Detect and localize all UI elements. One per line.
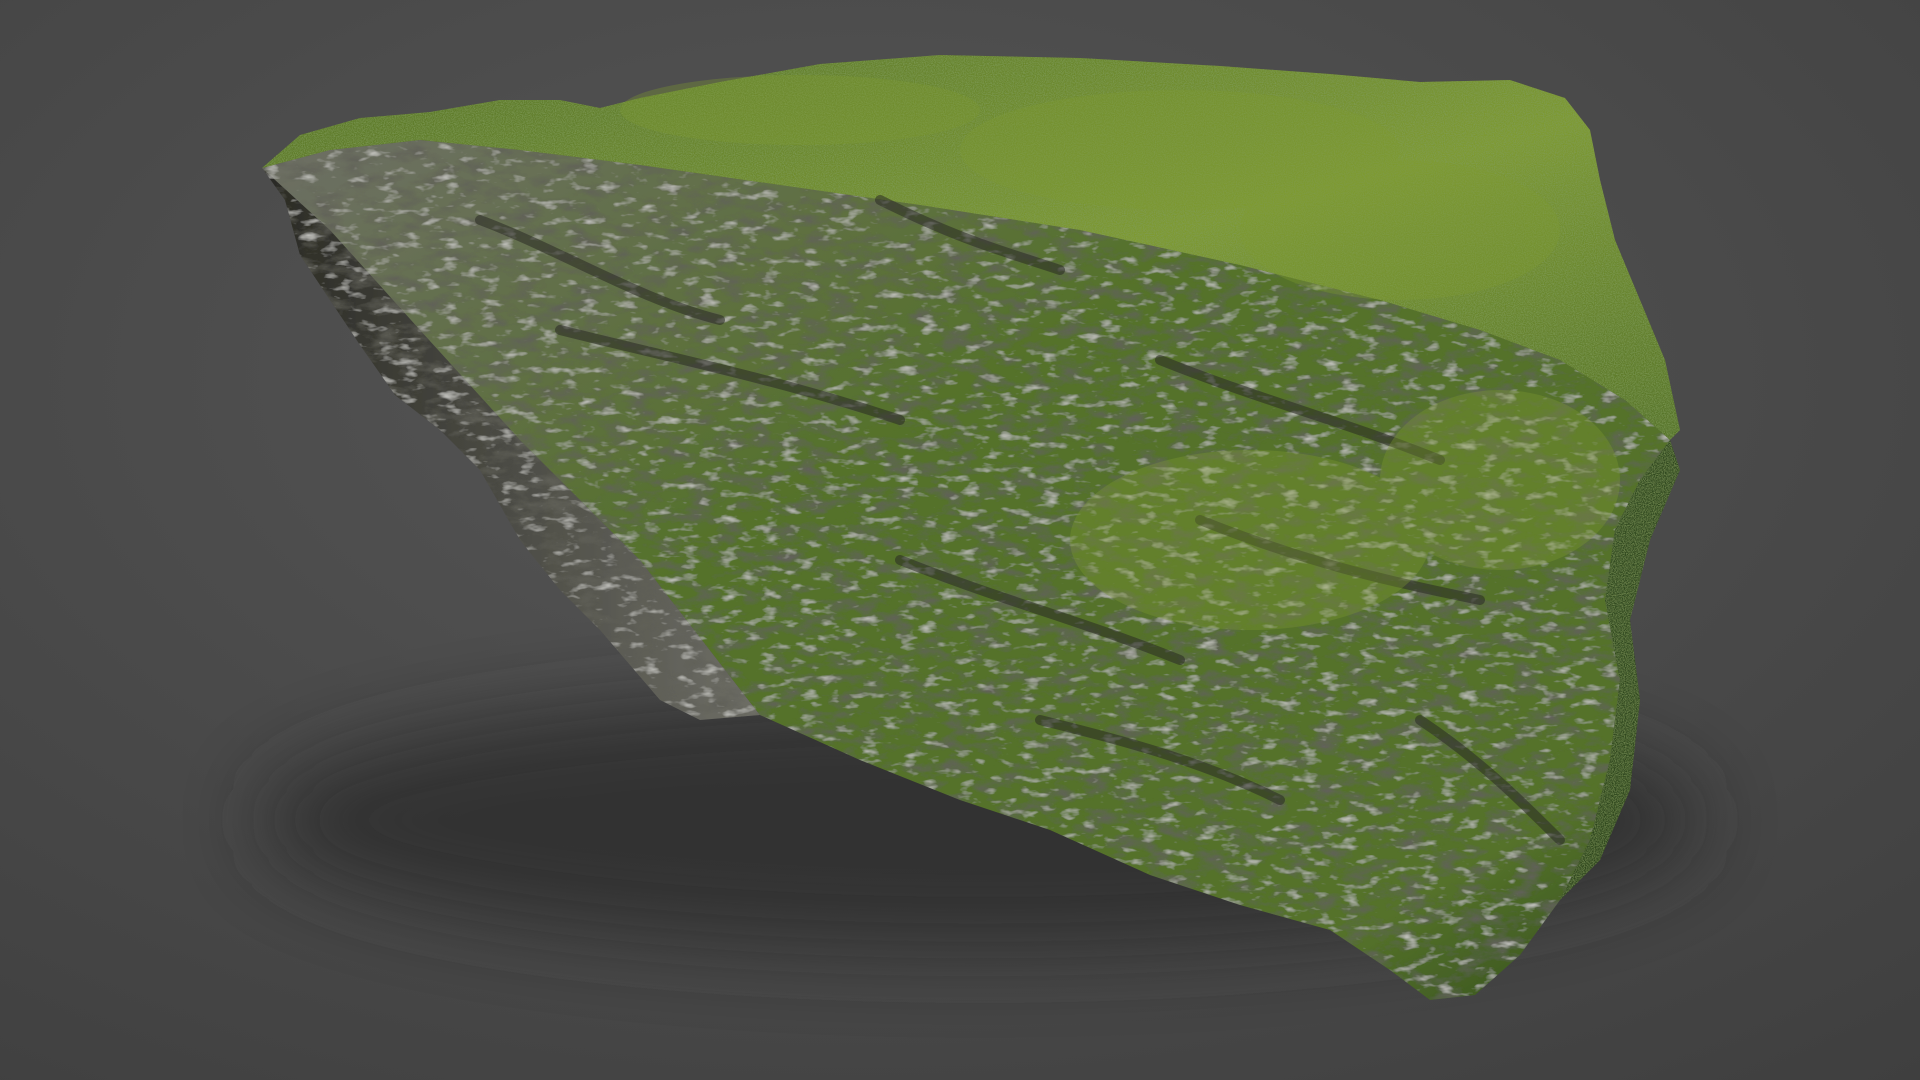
viewport	[0, 0, 1920, 1080]
render-canvas	[0, 0, 1920, 1080]
